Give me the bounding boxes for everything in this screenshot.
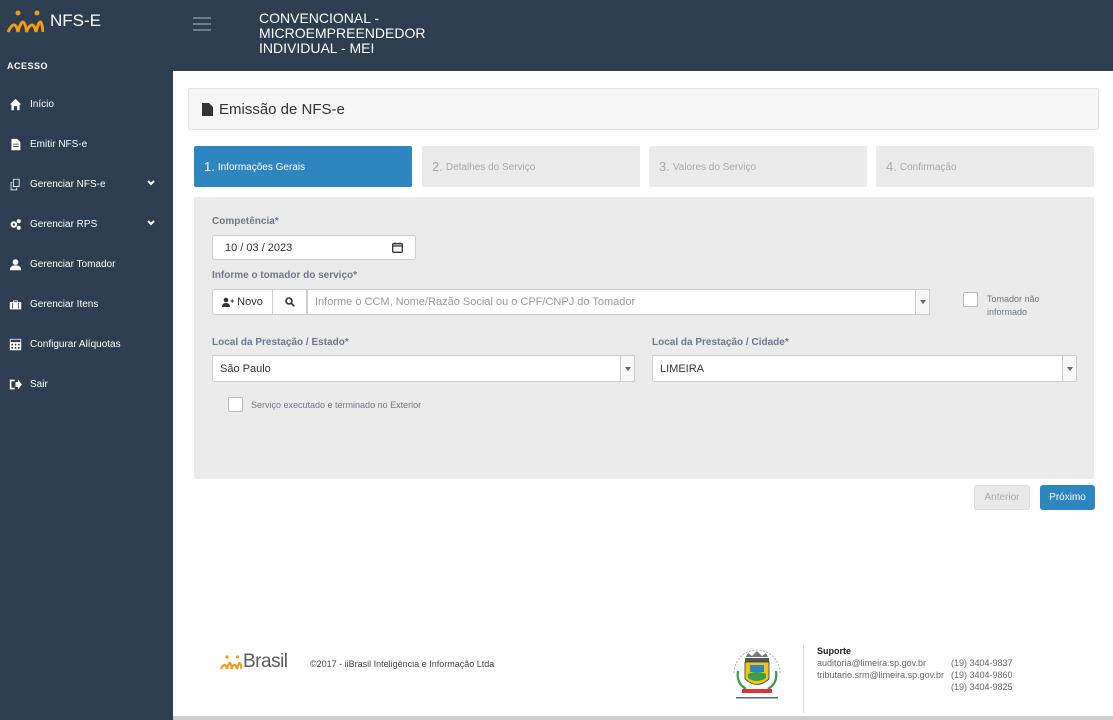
sidebar-nav: Início Emitir NFS-e Gerenciar NFS-e Gere… (0, 84, 173, 404)
footer-copyright: ©2017 - iiBrasil Inteligência e Informaç… (310, 659, 495, 669)
sidebar-item-gerenciar-tomador[interactable]: Gerenciar Tomador (0, 244, 173, 284)
support-title: Suporte (817, 646, 852, 656)
sidebar-item-emitir-nfse[interactable]: Emitir NFS-e (0, 124, 173, 164)
step-number: 4. (886, 159, 897, 174)
tomador-input-group: Novo Informe o CCM, Nome/Razão Social ou… (212, 289, 930, 315)
competencia-label: Competência* (212, 216, 279, 227)
calculator-icon (7, 337, 23, 351)
search-tomador-button[interactable] (272, 289, 307, 315)
page-title: Emissão de NFS-e (219, 100, 345, 118)
gears-icon (7, 217, 23, 231)
header-title-line: MICROEMPREENDEDOR (259, 25, 426, 41)
sidebar-item-configurar-aliquotas[interactable]: Configurar Alíquotas (0, 324, 173, 364)
sidebar-item-label: Gerenciar NFS-e (30, 178, 106, 190)
wizard-steps: 1. Informações Gerais 2. Detalhes do Ser… (194, 146, 1094, 187)
calendar-icon[interactable] (392, 242, 403, 253)
copy-icon (7, 177, 23, 191)
sidebar-item-label: Gerenciar RPS (30, 218, 98, 230)
bottom-scrollbar[interactable] (173, 716, 1113, 720)
support-email[interactable]: auditoria@limeira.sp.gov.br (817, 658, 926, 668)
competencia-date-input[interactable]: 10 / 03 / 2023 (212, 235, 416, 260)
header-title-line: CONVENCIONAL - (259, 10, 380, 26)
sidebar-item-gerenciar-nfse[interactable]: Gerenciar NFS-e (0, 164, 173, 204)
tomador-placeholder: Informe o CCM, Nome/Razão Social ou o CP… (315, 296, 636, 308)
chevron-down-icon (147, 219, 155, 227)
novo-label: Novo (237, 296, 263, 308)
iibrasil-logo-icon (220, 655, 242, 670)
tomador-search-input[interactable]: Informe o CCM, Nome/Razão Social ou o CP… (307, 289, 930, 315)
support-email[interactable]: tributario.srm@limeira.sp.gov.br (817, 670, 944, 680)
novo-tomador-button[interactable]: Novo (212, 289, 273, 315)
cidade-value: LIMEIRA (660, 362, 705, 375)
step-label: Confirmação (899, 162, 957, 173)
servico-exterior-label: Serviço executado e terminado no Exterio… (251, 400, 422, 410)
footer-brand-logo: Brasil (220, 651, 288, 673)
step-number: 2. (432, 159, 443, 174)
estado-value: São Paulo (220, 362, 271, 375)
step-number: 1. (204, 159, 215, 174)
cidade-label: Local da Prestação / Cidade* (652, 337, 789, 348)
estado-select[interactable]: São Paulo (212, 355, 635, 382)
caret-down-icon (620, 356, 634, 381)
anterior-button[interactable]: Anterior (974, 485, 1030, 510)
sidebar-item-gerenciar-rps[interactable]: Gerenciar RPS (0, 204, 173, 244)
chk-label-line: Tomador não (987, 294, 1040, 304)
sidebar-item-sair[interactable]: Sair (0, 364, 173, 404)
sidebar-item-gerenciar-itens[interactable]: Gerenciar Itens (0, 284, 173, 324)
page-title-panel: Emissão de NFS-e (188, 88, 1099, 130)
header-title: CONVENCIONAL - MICROEMPREENDEDOR INDIVID… (259, 11, 459, 56)
step-label: Valores do Serviço (672, 162, 757, 173)
footer-brand-name: Brasil (243, 651, 288, 672)
caret-down-icon (1062, 356, 1076, 381)
sidebar-item-label: Emitir NFS-e (30, 138, 88, 150)
step-confirmacao[interactable]: 4. Confirmação (876, 146, 1094, 187)
brand-name: NFS-E (50, 11, 101, 30)
step-number: 3. (659, 159, 670, 174)
footer-divider (803, 645, 804, 713)
step-label: Detalhes do Serviço (445, 162, 536, 173)
add-user-icon (222, 297, 235, 307)
user-icon (7, 257, 23, 271)
competencia-value: 10 / 03 / 2023 (225, 241, 293, 254)
form-panel: Competência* 10 / 03 / 2023 Informe o to… (194, 197, 1094, 479)
step-informacoes-gerais[interactable]: 1. Informações Gerais (194, 146, 412, 187)
sidebar-item-label: Gerenciar Itens (30, 298, 99, 310)
support-phone: (19) 3404-9837 (951, 658, 1013, 668)
servico-exterior-checkbox[interactable] (228, 397, 243, 412)
support-phone: (19) 3404-9860 (951, 670, 1013, 680)
sidebar-item-label: Início (30, 98, 54, 110)
step-valores-servico[interactable]: 3. Valores do Serviço (649, 146, 867, 187)
tomador-label: Informe o tomador do serviço* (212, 270, 358, 281)
sidebar-item-inicio[interactable]: Início (0, 84, 173, 124)
brand-logo-icon (6, 10, 44, 33)
header-title-line: INDIVIDUAL - MEI (259, 40, 375, 56)
briefcase-icon (7, 297, 23, 311)
file-icon (7, 137, 23, 151)
search-icon (284, 297, 295, 307)
cidade-select[interactable]: LIMEIRA (652, 355, 1077, 382)
sidebar-item-label: Gerenciar Tomador (30, 258, 116, 270)
sidebar-item-label: Configurar Alíquotas (30, 338, 121, 350)
step-detalhes-servico[interactable]: 2. Detalhes do Serviço (422, 146, 640, 187)
chk-label-line: informado (987, 307, 1028, 317)
chevron-down-icon (147, 179, 155, 187)
support-phone: (19) 3404-9825 (951, 682, 1013, 692)
menu-toggle-icon[interactable] (193, 17, 211, 31)
sidebar-item-label: Sair (30, 378, 48, 390)
tomador-nao-informado-label: Tomador não informado (987, 293, 1040, 319)
sidebar: NFS-E ACESSO Início Emitir NFS-e Gerenci… (0, 0, 173, 720)
tomador-nao-informado-checkbox[interactable] (963, 292, 978, 307)
estado-label: Local da Prestação / Estado* (212, 337, 349, 348)
top-header: CONVENCIONAL - MICROEMPREENDEDOR INDIVID… (173, 0, 1113, 71)
proximo-button[interactable]: Próximo (1040, 485, 1095, 510)
sidebar-section-title: ACESSO (7, 61, 49, 71)
step-label: Informações Gerais (217, 162, 306, 173)
home-icon (7, 97, 23, 111)
sign-out-icon (7, 377, 23, 391)
municipal-seal-icon (733, 649, 781, 699)
file-icon (202, 102, 213, 116)
brand[interactable]: NFS-E (6, 6, 101, 36)
caret-down-icon[interactable] (915, 290, 929, 314)
